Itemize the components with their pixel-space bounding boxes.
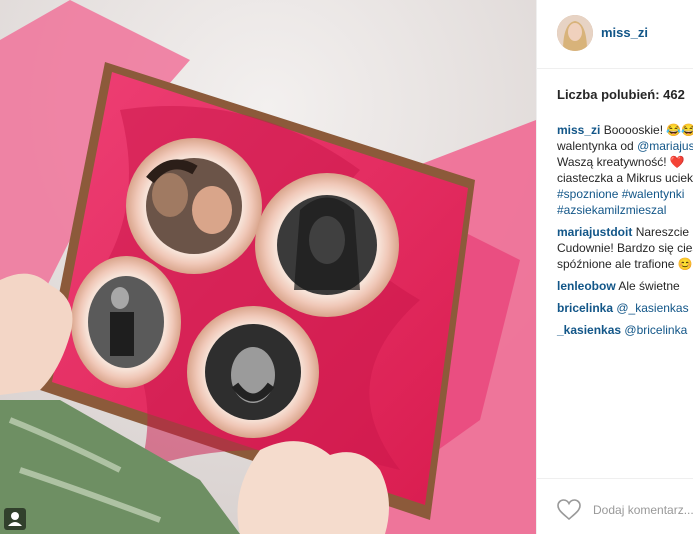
likes-count: Liczba polubień: 462	[557, 87, 685, 102]
hashtag-link[interactable]: #azsiekamilzmieszal	[557, 203, 666, 217]
hashtag-link[interactable]: #spoznione #walentynki	[557, 187, 684, 201]
comment-text: Booooskie! 😂😂	[600, 123, 693, 137]
cookie-standing	[71, 256, 181, 388]
comment-author[interactable]: lenleobow	[557, 279, 616, 293]
mention-link[interactable]: @_kasienkas	[616, 301, 688, 315]
tagged-user-icon[interactable]	[4, 508, 26, 530]
comments-list: miss_zi Booooskie! 😂😂 walentynka od @mar…	[557, 122, 693, 344]
add-comment-input[interactable]: Dodaj komentarz...	[593, 503, 693, 517]
post-side-panel: miss_zi Liczba polubień: 462 miss_zi Boo…	[536, 0, 693, 534]
avatar[interactable]	[557, 15, 593, 51]
mention-link[interactable]: @bricelinka	[624, 323, 687, 337]
comment: _kasienkas @bricelinka	[557, 322, 693, 338]
mention-link[interactable]: @mariajustdoit	[637, 139, 693, 153]
heart-icon[interactable]	[557, 499, 581, 521]
post-header: miss_zi	[537, 0, 693, 69]
comment: lenleobow Ale świetne	[557, 278, 693, 294]
comment-author[interactable]: bricelinka	[557, 301, 613, 315]
comment-text: Cudownie! Bardzo się cieszę	[557, 241, 693, 255]
cookies-photo-illustration	[0, 0, 536, 534]
comment: miss_zi Booooskie! 😂😂 walentynka od @mar…	[557, 122, 693, 218]
comment-text: Ale świetne	[615, 279, 680, 293]
cookie-couple	[126, 138, 262, 274]
comment-text: spóźnione ale trafione 😊	[557, 257, 693, 271]
post-footer: Dodaj komentarz...	[537, 478, 693, 534]
comment-author[interactable]: mariajustdoit	[557, 225, 632, 239]
post-username[interactable]: miss_zi	[601, 25, 648, 40]
comment-text: walentynka od	[557, 139, 638, 153]
cookie-bearded	[187, 306, 319, 438]
comment-text: Nareszcie	[632, 225, 690, 239]
comment: mariajustdoit Nareszcie Cudownie! Bardzo…	[557, 224, 693, 272]
comment-author[interactable]: _kasienkas	[557, 323, 621, 337]
comment-text: Waszą kreatywność! ❤️	[557, 155, 685, 169]
cookie-longhair	[255, 173, 399, 317]
comment-text: ciasteczka a Mikrus uciekł	[557, 171, 693, 185]
comment-author[interactable]: miss_zi	[557, 123, 600, 137]
post-photo	[0, 0, 536, 534]
comment: bricelinka @_kasienkas	[557, 300, 693, 316]
